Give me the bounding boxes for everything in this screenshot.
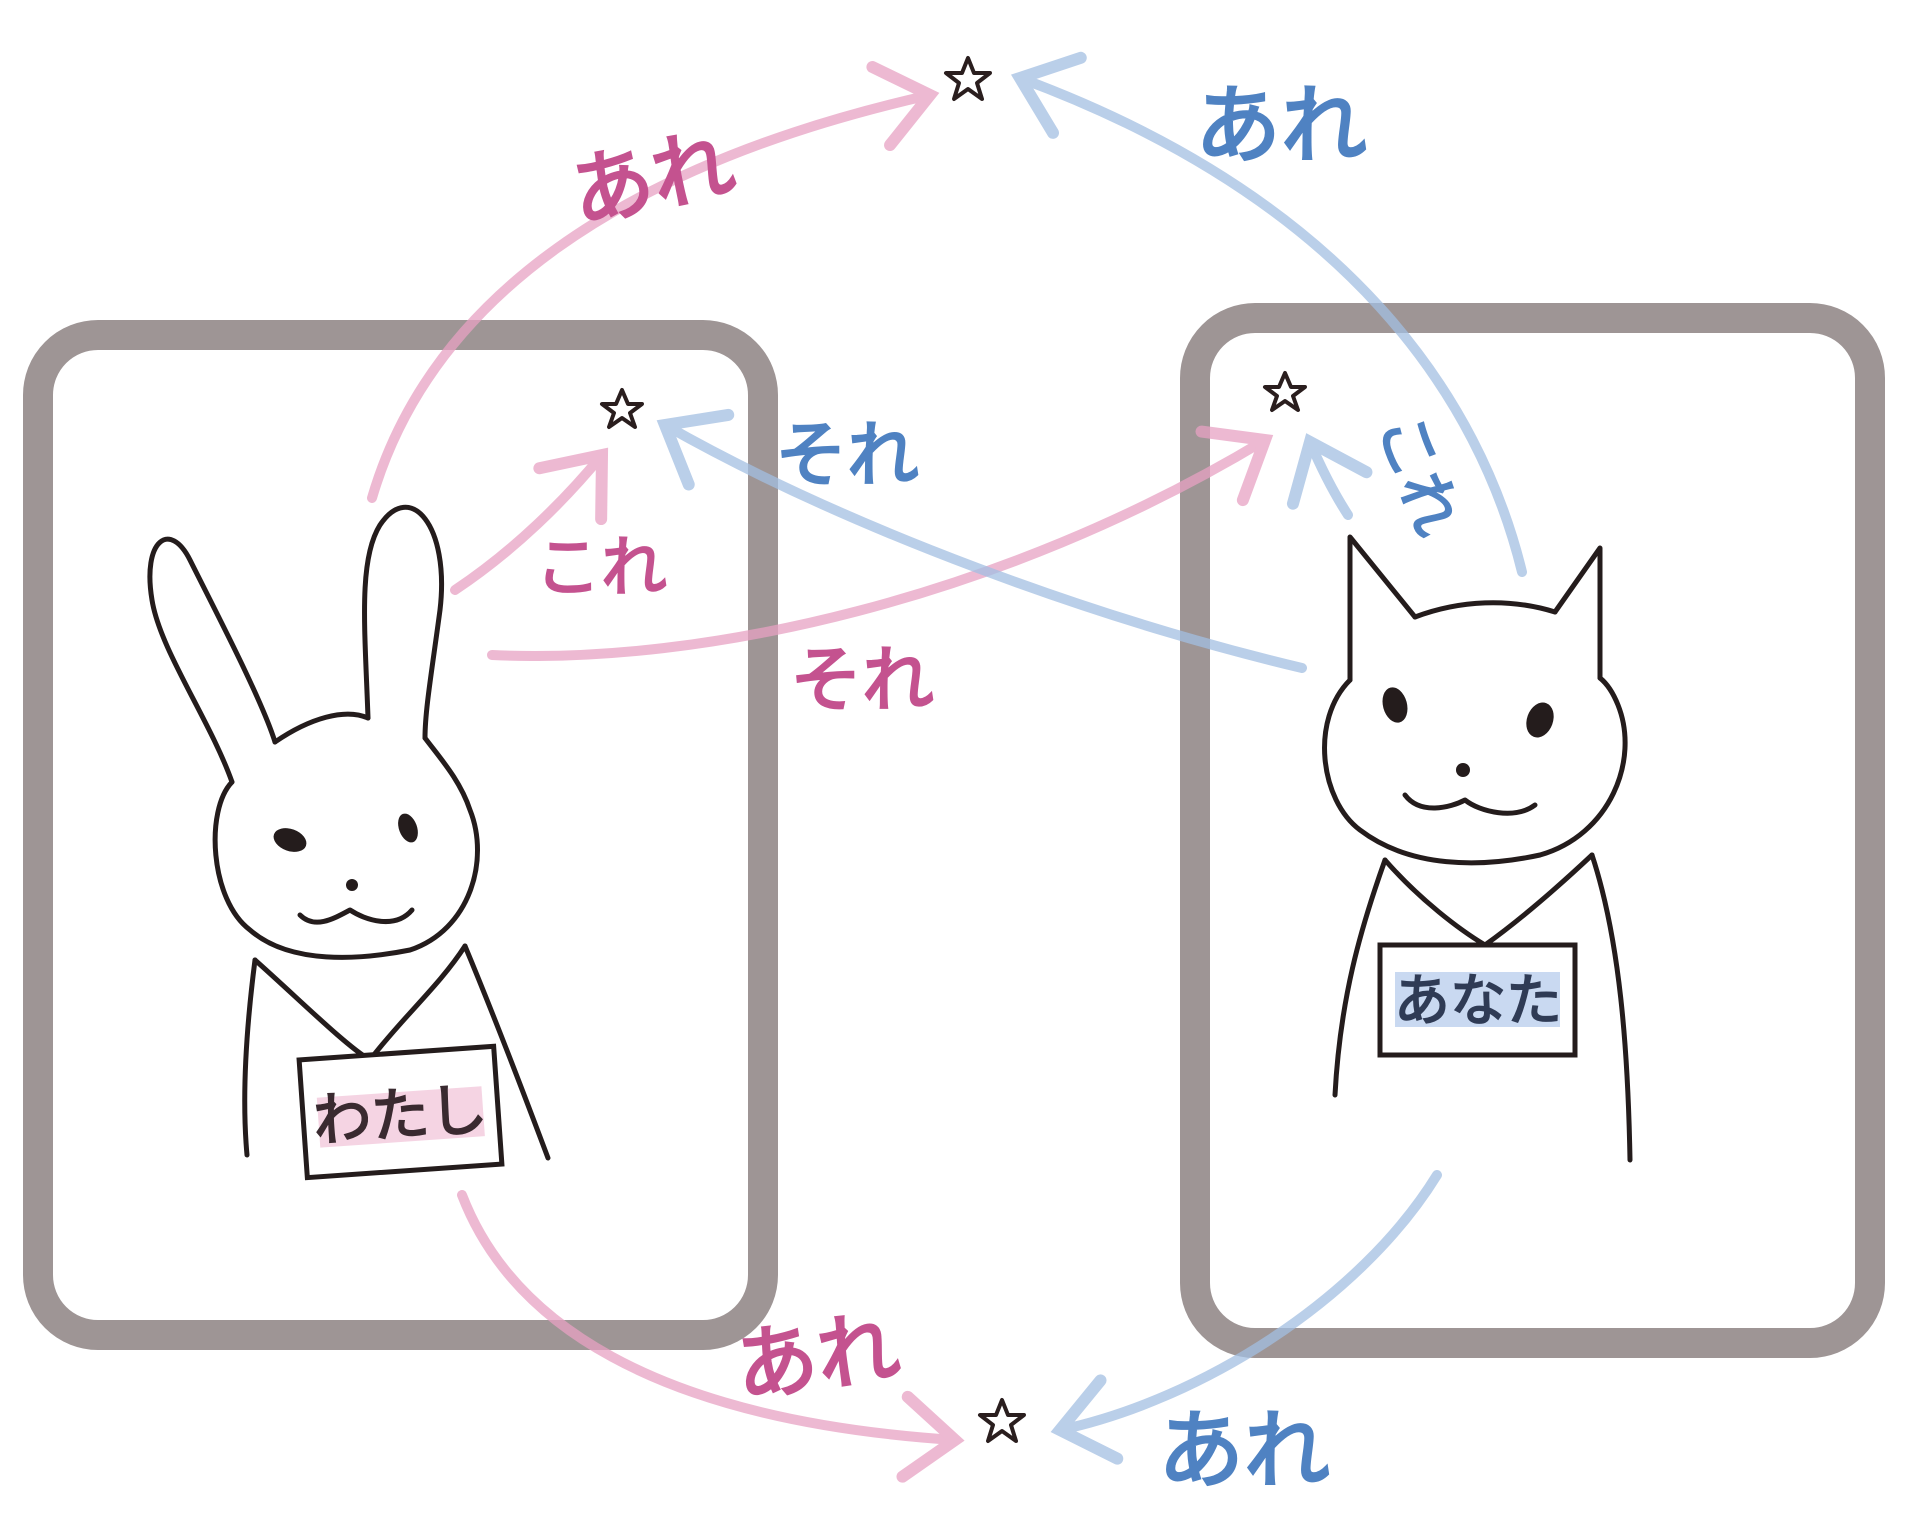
star-icon xyxy=(944,56,992,101)
listener-kore-label: これ xyxy=(1363,404,1474,546)
speaker-sore-label: それ xyxy=(790,638,934,722)
listener-are-bottom-label: あれ xyxy=(1158,1401,1330,1501)
cat-icon: あなた xyxy=(1322,534,1633,1163)
star-icon xyxy=(978,1398,1026,1443)
listener-are-bottom-arrow xyxy=(1050,1170,1442,1465)
speaker-kore-label: これ xyxy=(535,529,667,606)
demonstratives-diagram: わたし あなた あれ これ それ あれ あれ それ これ あれ xyxy=(23,51,1885,1501)
star-icon xyxy=(1263,371,1307,412)
rabbit-icon: わたし xyxy=(147,504,551,1181)
listener-name-tag-text: あなた xyxy=(1394,969,1562,1034)
listener-kore-arrow xyxy=(1286,433,1373,520)
speaker-territory-box xyxy=(23,320,778,1350)
listener-territory-box xyxy=(1180,303,1885,1358)
listener-are-top-label: あれ xyxy=(1195,76,1367,176)
star-icon xyxy=(600,388,644,429)
speaker-are-top-label: あれ xyxy=(563,116,743,243)
listener-sore-label: それ xyxy=(775,413,919,497)
speaker-name-tag-text: わたし xyxy=(311,1075,489,1155)
